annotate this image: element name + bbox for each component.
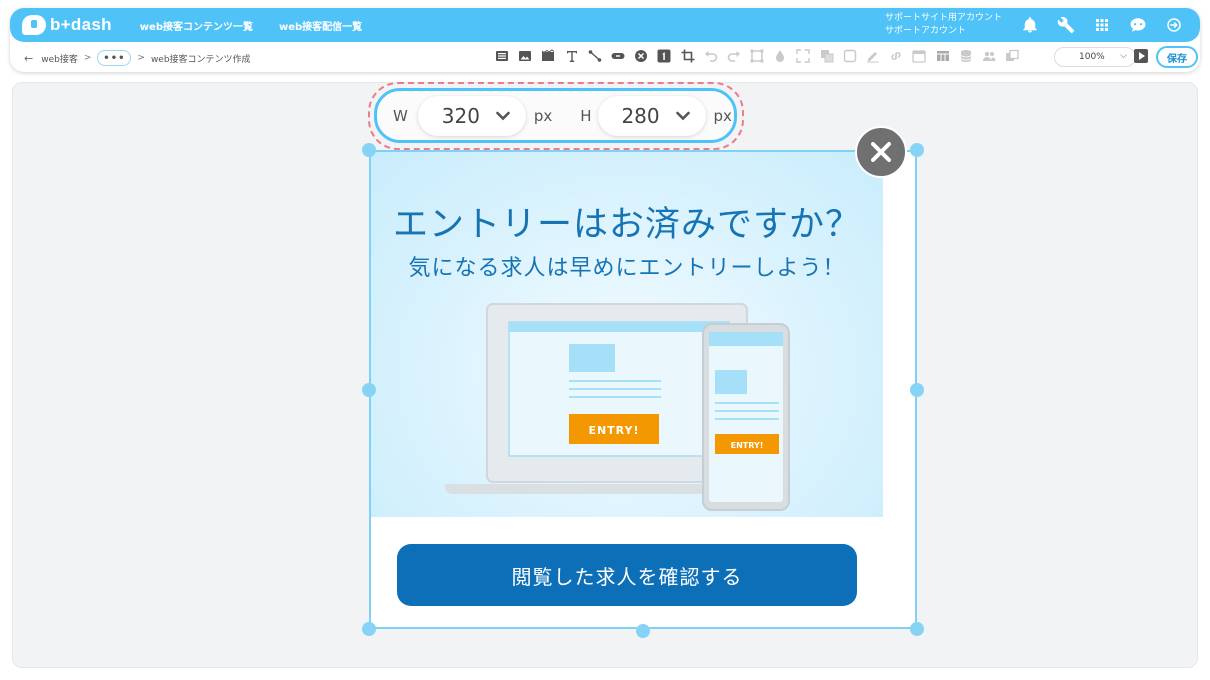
undo-icon[interactable]	[703, 48, 719, 64]
size-panel: W 320 px H 280 px	[374, 88, 737, 143]
resize-handle-middle-right[interactable]	[910, 383, 924, 397]
chat-bot-icon[interactable]	[1128, 15, 1148, 35]
height-select[interactable]: 280	[597, 95, 706, 136]
close-popup-button[interactable]	[855, 126, 907, 178]
top-nav-bar: b+dash web接客コンテンツ一覧 web接客配信一覧 サポートサイト用アカ…	[10, 8, 1200, 42]
calendar-icon[interactable]	[911, 48, 927, 64]
database-icon[interactable]	[958, 48, 974, 64]
users-icon[interactable]	[981, 48, 997, 64]
size-panel-highlight: W 320 px H 280 px	[368, 82, 744, 150]
layer-icon[interactable]	[819, 48, 835, 64]
grid-icon[interactable]	[1092, 15, 1112, 35]
resize-handle-bottom-right[interactable]	[910, 622, 924, 636]
wrench-icon[interactable]	[1056, 15, 1076, 35]
chevron-down-icon	[675, 111, 690, 120]
popup-preview[interactable]: エントリーはお済みですか？ 気になる求人は早めにエントリーしよう！ ENTRY!…	[369, 150, 917, 629]
back-arrow-icon[interactable]: ←	[24, 52, 33, 65]
chevron-down-icon: ⌵	[1120, 51, 1127, 61]
pen-icon[interactable]	[865, 48, 881, 64]
popup-banner-image[interactable]: エントリーはお済みですか？ 気になる求人は早めにエントリーしよう！ ENTRY!…	[371, 152, 883, 517]
height-value: 280	[621, 103, 660, 128]
redo-icon[interactable]	[726, 48, 742, 64]
resize-handle-top-right[interactable]	[910, 143, 924, 157]
breadcrumb-separator: >	[83, 53, 92, 63]
breadcrumb-separator: >	[137, 53, 145, 63]
close-element-icon[interactable]	[633, 48, 649, 64]
height-unit: px	[713, 106, 732, 125]
account-name: サポートサイト用アカウント	[884, 13, 1002, 23]
save-button[interactable]: 保存	[1156, 46, 1198, 68]
devices-illustration: ENTRY! ENTRY!	[445, 303, 790, 511]
zoom-select[interactable]: 100% ⌵	[1054, 47, 1136, 67]
resize-handle-top-left[interactable]	[362, 143, 376, 157]
view-jobs-button[interactable]: 閲覧した求人を確認する	[397, 544, 857, 606]
breadcrumb: ← web接客 > ••• > web接客コンテンツ作成	[24, 50, 251, 66]
breadcrumb-current: web接客コンテンツ作成	[150, 54, 251, 65]
laptop-entry-label: ENTRY!	[588, 424, 639, 437]
copy-icon[interactable]	[1004, 48, 1020, 64]
number-icon[interactable]	[656, 48, 672, 64]
popup-subtitle: 気になる求人は早めにエントリーしよう！	[408, 256, 846, 281]
line-icon[interactable]	[587, 48, 603, 64]
square-icon[interactable]	[842, 48, 858, 64]
link-icon[interactable]	[888, 48, 904, 64]
width-unit: px	[533, 106, 553, 125]
close-icon	[871, 142, 891, 162]
button-icon[interactable]	[610, 48, 626, 64]
crop-icon[interactable]	[680, 48, 696, 64]
image-icon[interactable]	[517, 48, 533, 64]
breadcrumb-more-button[interactable]: •••	[97, 50, 132, 66]
breadcrumb-root[interactable]: web接客	[41, 52, 78, 65]
logo-mark-icon	[22, 15, 46, 35]
bell-icon[interactable]	[1020, 15, 1040, 35]
logo-text: b+dash	[50, 15, 112, 34]
account-sub: サポートアカウント	[884, 26, 966, 36]
resize-handle-middle-left[interactable]	[362, 383, 376, 397]
zoom-value: 100%	[1079, 52, 1105, 62]
logo[interactable]: b+dash	[22, 15, 112, 35]
text-icon[interactable]	[564, 48, 580, 64]
account-info[interactable]: サポートサイト用アカウント サポートアカウント	[885, 12, 1002, 38]
video-icon[interactable]	[540, 48, 556, 64]
nav-content-list[interactable]: web接客コンテンツ一覧	[140, 18, 253, 33]
drop-icon[interactable]	[772, 48, 788, 64]
table-icon[interactable]	[935, 48, 951, 64]
editor-subbar: ← web接客 > ••• > web接客コンテンツ作成 100% ⌵ 保存	[10, 44, 1200, 72]
chevron-down-icon	[496, 111, 510, 120]
frame-icon[interactable]	[749, 48, 765, 64]
phone-entry-label: ENTRY!	[731, 441, 764, 450]
editor-toolbar	[494, 48, 1027, 64]
logout-icon[interactable]	[1164, 15, 1184, 35]
list-icon[interactable]	[494, 48, 510, 64]
popup-title: エントリーはお済みですか？	[392, 205, 861, 245]
resize-handle-bottom-center[interactable]	[636, 624, 650, 638]
height-label: H	[580, 106, 592, 125]
width-value: 320	[441, 103, 480, 128]
width-select[interactable]: 320	[417, 95, 526, 136]
resize-handle-bottom-left[interactable]	[362, 622, 376, 636]
app-header: b+dash web接客コンテンツ一覧 web接客配信一覧 サポートサイト用アカ…	[10, 8, 1200, 72]
preview-play-icon[interactable]	[1134, 49, 1148, 63]
width-label: W	[393, 106, 408, 125]
expand-icon[interactable]	[795, 48, 811, 64]
nav-delivery-list[interactable]: web接客配信一覧	[279, 18, 362, 33]
